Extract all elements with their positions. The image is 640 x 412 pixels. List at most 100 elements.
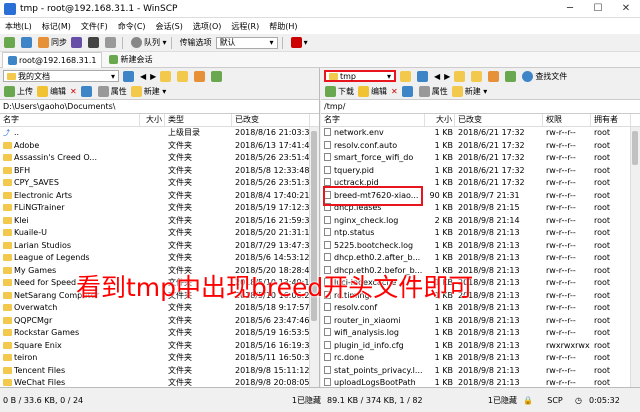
local-new-button[interactable]: 新建 ▾ — [130, 86, 166, 97]
remote-edit-button[interactable]: 编辑 — [358, 86, 387, 97]
table-row[interactable]: Assassin's Creed O... 文件夹 2018/5/26 23:51:… — [0, 152, 319, 165]
table-row[interactable]: nginx_check.log 2 KB 2018/9/8 21:14 rw-r--r… — [321, 215, 640, 228]
local-delete-button[interactable]: ✕ — [70, 87, 77, 96]
table-row[interactable]: Square Enix 文件夹 2018/5/16 16:19:31 — [0, 340, 319, 353]
queue-button[interactable]: 队列 ▾ — [131, 37, 167, 48]
menu-mark[interactable]: 标记(M) — [37, 21, 76, 32]
table-row[interactable]: League of Legends 文件夹 2018/5/6 14:53:12 — [0, 252, 319, 265]
local-filter-button[interactable] — [123, 70, 136, 82]
table-row[interactable]: ntp.status 1 KB 2018/9/8 21:13 rw-r--r-- roo… — [321, 227, 640, 240]
local-location-select[interactable]: 我的文档 ▾ — [3, 70, 119, 82]
table-row[interactable]: resolv.conf.auto 1 KB 2018/6/21 17:32 rw-r-… — [321, 140, 640, 153]
table-row[interactable]: dhcp.eth0.2.after_b... 1 KB 2018/9/8 21:13… — [321, 252, 640, 265]
remote-home-button[interactable] — [488, 70, 501, 82]
find-files-button[interactable]: 查找文件 — [522, 70, 567, 82]
menu-local[interactable]: 本地(L) — [0, 21, 37, 32]
remote-scrollbar[interactable] — [630, 127, 640, 387]
table-row[interactable]: FLiNGTrainer 文件夹 2018/5/19 17:12:35 — [0, 202, 319, 215]
sync-browse-button[interactable] — [71, 37, 84, 48]
local-rename-button[interactable] — [80, 86, 94, 97]
table-row[interactable]: Kuaile-U 文件夹 2018/5/20 21:31:17 — [0, 227, 319, 240]
menu-commands[interactable]: 命令(C) — [113, 21, 151, 32]
local-edit-button[interactable]: 编辑 — [37, 86, 66, 97]
transfer-options-select[interactable]: 默认 ▾ — [215, 36, 278, 49]
remote-location-select[interactable]: tmp ▾ — [324, 70, 396, 82]
col-owner[interactable]: 拥有者 — [591, 114, 631, 126]
local-path[interactable]: D:\Users\gaoho\Documents\ — [0, 100, 319, 114]
menu-files[interactable]: 文件(F) — [76, 21, 113, 32]
menu-help[interactable]: 帮助(H) — [264, 21, 302, 32]
sync-button[interactable]: 同步 — [38, 37, 67, 48]
col-permissions[interactable]: 权限 — [543, 114, 591, 126]
compare-button[interactable] — [21, 37, 34, 48]
table-row[interactable]: wifi_analysis.log 1 KB 2018/9/8 21:13 rw-r-… — [321, 327, 640, 340]
remote-refresh-button[interactable] — [505, 70, 518, 82]
console-button[interactable] — [88, 37, 101, 48]
remote-filter-button[interactable] — [417, 70, 430, 82]
table-row[interactable]: Klei 文件夹 2018/5/16 21:59:32 — [0, 215, 319, 228]
col-name[interactable]: 名字 — [0, 114, 140, 126]
local-home-button[interactable] — [194, 70, 207, 82]
table-row[interactable]: teiron 文件夹 2018/5/11 16:50:32 — [0, 352, 319, 365]
menu-options[interactable]: 选项(O) — [188, 21, 227, 32]
remote-forward-button[interactable]: ▶ — [444, 72, 450, 81]
local-back-button[interactable]: ◀ — [140, 72, 146, 81]
remote-new-button[interactable]: 新建 ▾ — [451, 86, 487, 97]
remote-back-button[interactable]: ◀ — [434, 72, 440, 81]
local-refresh-button[interactable] — [211, 70, 224, 82]
table-row[interactable]: rc.done 1 KB 2018/9/8 21:13 rw-r--r-- root — [321, 352, 640, 365]
col-size[interactable]: 大小 — [140, 114, 165, 126]
cell-text: root — [594, 228, 611, 237]
remote-scrollbar-thumb[interactable] — [632, 131, 638, 165]
menu-session[interactable]: 会话(S) — [151, 21, 188, 32]
col-size[interactable]: 大小 — [425, 114, 455, 126]
putty-button[interactable] — [105, 37, 118, 48]
table-row[interactable]: Rockstar Games 文件夹 2018/5/19 16:53:52 — [0, 327, 319, 340]
local-scrollbar[interactable] — [309, 127, 319, 387]
col-modified[interactable]: 已改变 — [455, 114, 543, 126]
remote-delete-button[interactable]: ✕ — [391, 87, 398, 96]
remote-properties-button[interactable]: 属性 — [418, 86, 448, 97]
local-properties-button[interactable]: 属性 — [97, 86, 127, 97]
col-name[interactable]: 名字 — [321, 114, 425, 126]
table-row[interactable]: BFH 文件夹 2018/5/8 12:33:48 — [0, 165, 319, 178]
table-row[interactable]: QQPCMgr 文件夹 2018/5/6 23:47:46 — [0, 315, 319, 328]
col-modified[interactable]: 已改变 — [232, 114, 310, 126]
minimize-icon[interactable]: ─ — [556, 3, 584, 14]
remote-download-button[interactable]: 下载 — [325, 86, 354, 97]
new-session-tab[interactable]: 新建会话 — [104, 52, 158, 67]
table-row[interactable]: Tencent Files 文件夹 2018/9/8 15:11:12 — [0, 365, 319, 378]
table-row[interactable]: CPY_SAVES 文件夹 2018/5/26 23:51:37 — [0, 177, 319, 190]
table-row[interactable]: router_in_xiaomi 1 KB 2018/9/8 21:13 rw-r--… — [321, 315, 640, 328]
local-upload-button[interactable]: 上传 — [4, 86, 33, 97]
table-row[interactable]: Electronic Arts 文件夹 2018/8/4 17:40:21 — [0, 190, 319, 203]
table-row[interactable]: plugin_id_info.cfg 1 KB 2018/9/8 21:13 rwxr… — [321, 340, 640, 353]
local-forward-button[interactable]: ▶ — [150, 72, 156, 81]
remote-parent-button[interactable] — [454, 70, 467, 82]
local-browse-button[interactable] — [4, 37, 17, 48]
table-row[interactable]: tquery.pid 1 KB 2018/6/21 17:32 rw-r--r-- ro… — [321, 165, 640, 178]
transfer-settings-button[interactable]: ▾ — [290, 37, 308, 48]
table-row[interactable]: smart_force_wifi_do 1 KB 2018/6/21 17:32 rw… — [321, 152, 640, 165]
table-row[interactable]: ⤴.. 上级目录 2018/8/16 21:03:32 — [0, 127, 319, 140]
session-tab-active[interactable]: root@192.168.31.1 — [2, 51, 103, 68]
folder-icon — [3, 279, 12, 286]
close-icon[interactable]: ✕ — [612, 3, 640, 14]
remote-path[interactable]: /tmp/ — [321, 100, 640, 114]
table-row[interactable]: 5225.bootcheck.log 1 KB 2018/9/8 21:13 rw-r… — [321, 240, 640, 253]
table-row[interactable]: WeChat Files 文件夹 2018/9/8 20:08:05 — [0, 377, 319, 387]
remote-table-header: 名字 大小 已改变 权限 拥有者 — [321, 114, 640, 127]
local-parent-button[interactable] — [160, 70, 173, 82]
menu-remote[interactable]: 远程(R) — [226, 21, 264, 32]
table-row[interactable]: network.env 1 KB 2018/6/21 17:32 rw-r--r-- r… — [321, 127, 640, 140]
remote-open-button[interactable] — [400, 70, 413, 82]
table-row[interactable]: uploadLogsBootPath 1 KB 2018/9/8 21:13 rw-r… — [321, 377, 640, 387]
remote-rename-button[interactable] — [401, 86, 415, 97]
remote-root-button[interactable] — [471, 70, 484, 82]
table-row[interactable]: Larian Studios 文件夹 2018/7/29 13:47:33 — [0, 240, 319, 253]
col-type[interactable]: 类型 — [165, 114, 232, 126]
table-row[interactable]: stat_points_privacy.l... 1 KB 2018/9/8 21:… — [321, 365, 640, 378]
maximize-icon[interactable]: ☐ — [584, 3, 612, 14]
local-root-button[interactable] — [177, 70, 190, 82]
table-row[interactable]: Adobe 文件夹 2018/6/13 17:41:47 — [0, 140, 319, 153]
